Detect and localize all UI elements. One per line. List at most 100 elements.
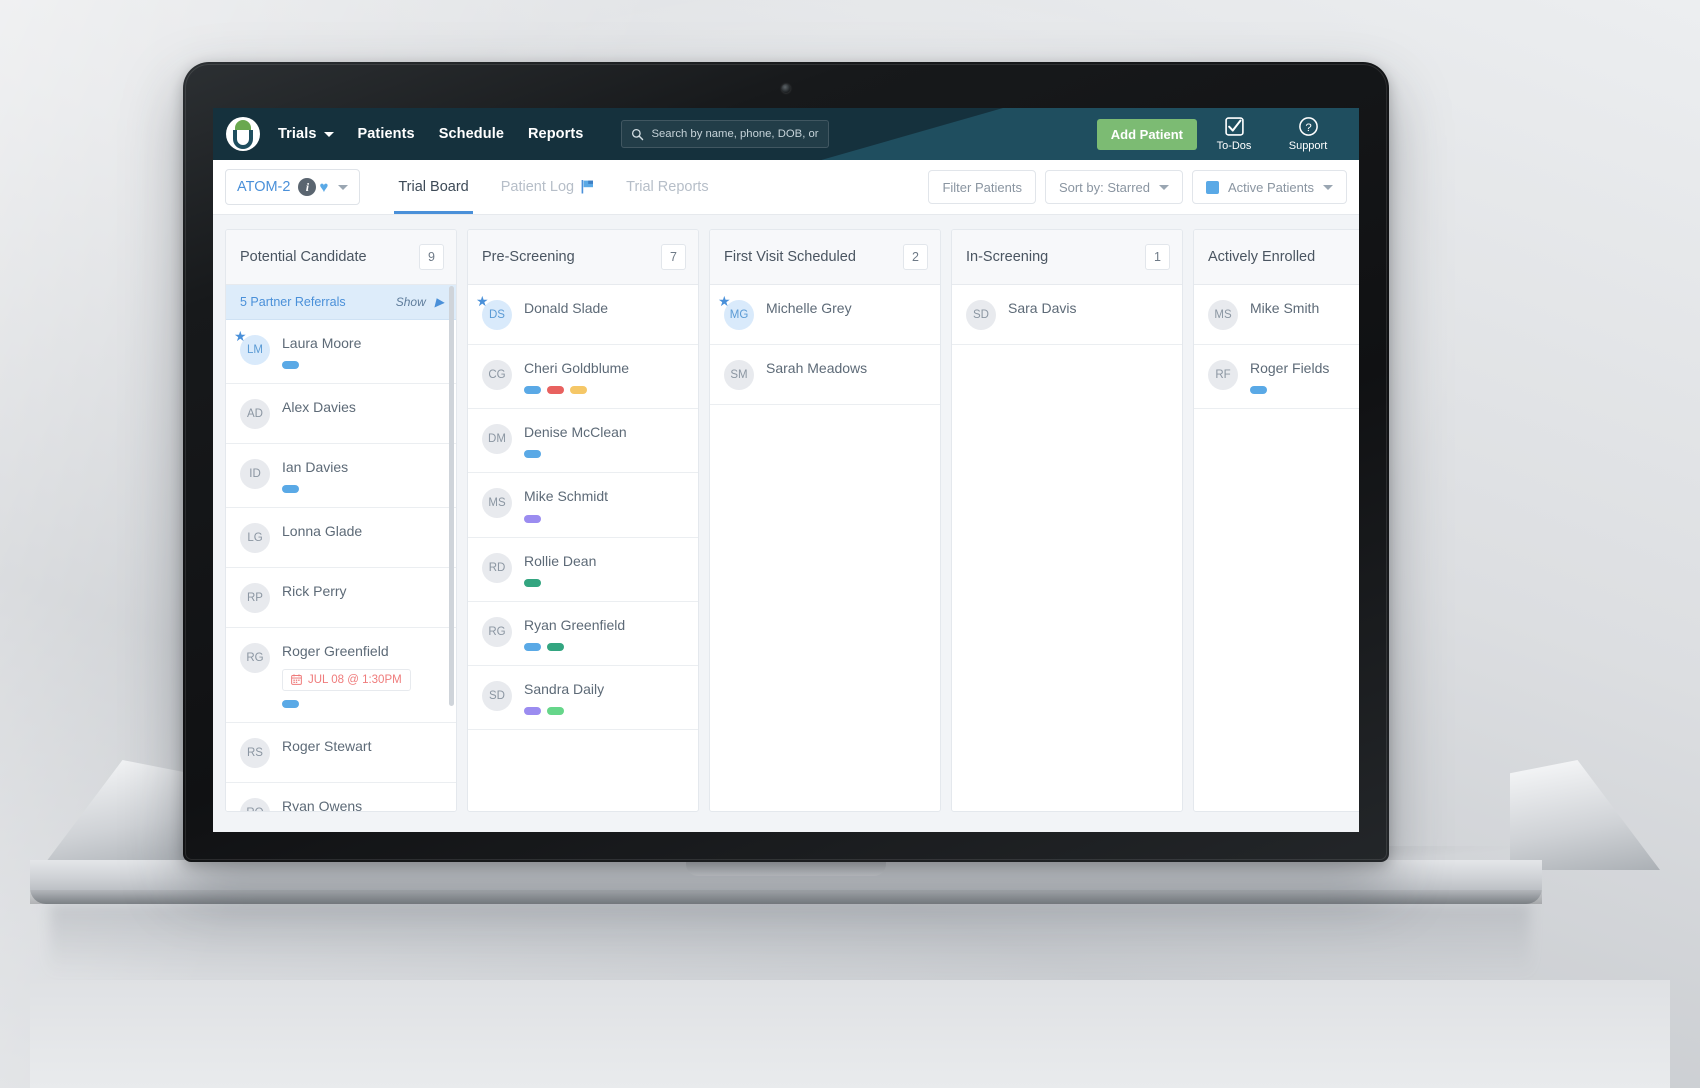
nav-link-reports[interactable]: Reports xyxy=(528,126,584,142)
todos-button[interactable]: To-Dos xyxy=(1197,116,1271,152)
info-icon[interactable]: i xyxy=(298,178,317,196)
partner-referrals-label: 5 Partner Referrals xyxy=(240,295,346,309)
patient-card[interactable]: SM Sarah Meadows xyxy=(710,345,940,405)
board-column[interactable]: Actively Enrolled MS Mike Smith RF Roger Fie… xyxy=(1193,229,1359,812)
patient-card-body: Lonna Glade xyxy=(282,522,444,540)
top-navbar: Trials Patients Schedule Reports Search … xyxy=(213,108,1359,160)
column-header: Potential Candidate 9 xyxy=(226,230,456,285)
patient-card[interactable]: LM ★ Laura Moore xyxy=(226,320,456,385)
filter-patients-button[interactable]: Filter Patients xyxy=(928,170,1036,204)
search-placeholder: Search by name, phone, DOB, or MRN xyxy=(651,128,819,140)
avatar: RP xyxy=(240,583,270,614)
tag-pill[interactable] xyxy=(524,642,541,651)
nav-link-reports-label: Reports xyxy=(527,126,584,142)
nav-link-trials[interactable]: Trials xyxy=(278,126,334,142)
nav-link-schedule[interactable]: Schedule xyxy=(439,126,504,142)
tag-pill[interactable] xyxy=(1250,386,1267,395)
patient-card[interactable]: RO Ryan Owens xyxy=(226,782,456,811)
appointment-badge[interactable]: JUL 08 @ 1:30PM xyxy=(282,668,411,691)
patient-card[interactable]: RD Rollie Dean xyxy=(468,537,698,602)
patient-card[interactable]: DS ★ Donald Slade xyxy=(468,285,698,345)
column-body: MS Mike Smith RF Roger Fields xyxy=(1194,285,1359,811)
tag-pill[interactable] xyxy=(570,386,587,395)
column-body: MG ★ Michelle Grey SM Sarah Meadows xyxy=(710,285,940,811)
tag-pill[interactable] xyxy=(524,578,541,587)
column-count-badge: 9 xyxy=(419,244,444,270)
partner-referrals-show-link[interactable]: Show ▶ xyxy=(396,295,444,309)
partner-referrals-banner[interactable]: 5 Partner Referrals Show ▶ xyxy=(226,285,456,320)
star-icon[interactable]: ★ xyxy=(234,329,247,343)
avatar: DS ★ xyxy=(476,294,512,330)
patient-card[interactable]: DM Denise McClean xyxy=(468,409,698,474)
board-column[interactable]: First Visit Scheduled 2 MG ★ Michelle Grey SM… xyxy=(709,229,941,812)
support-button[interactable]: ? Support xyxy=(1271,116,1345,152)
tag-pill[interactable] xyxy=(282,361,299,370)
tag-list xyxy=(282,699,444,708)
patient-card[interactable]: MG ★ Michelle Grey xyxy=(710,285,940,345)
column-scrollbar[interactable] xyxy=(449,286,454,706)
question-circle-icon: ? xyxy=(1298,117,1318,136)
sort-by-dropdown[interactable]: Sort by: Starred xyxy=(1044,170,1183,204)
patient-card[interactable]: RS Roger Stewart xyxy=(226,722,456,783)
column-title: Pre-Screening xyxy=(482,249,575,265)
board-column[interactable]: Potential Candidate 9 5 Partner Referrals S… xyxy=(225,229,457,812)
patient-card-body: Ryan Owens xyxy=(282,797,444,811)
tag-pill[interactable] xyxy=(524,386,541,395)
avatar: MS xyxy=(482,488,512,519)
patient-name: Mike Smith xyxy=(1250,300,1320,316)
tab-trial-reports[interactable]: Trial Reports xyxy=(610,160,724,214)
board-column[interactable]: In-Screening 1 SD Sara Davis xyxy=(951,229,1183,812)
patient-card[interactable]: SD Sandra Daily xyxy=(468,665,698,731)
patient-card[interactable]: MS Mike Schmidt xyxy=(468,473,698,538)
add-patient-button[interactable]: Add Patient xyxy=(1096,118,1197,150)
patient-card[interactable]: LG Lonna Glade xyxy=(226,508,456,569)
tag-list xyxy=(524,450,686,459)
tag-pill[interactable] xyxy=(524,707,541,716)
avatar: RG xyxy=(240,643,270,674)
active-patients-dropdown[interactable]: Active Patients xyxy=(1192,170,1347,204)
tab-trial-board[interactable]: Trial Board xyxy=(382,160,484,214)
star-icon[interactable]: ★ xyxy=(476,294,489,308)
tab-patient-log[interactable]: Patient Log xyxy=(485,160,610,214)
patient-card[interactable]: MS Mike Smith xyxy=(1194,285,1359,345)
trial-subheader: ATOM-2 i ♥ Trial Board Patient Log Trial… xyxy=(213,160,1359,215)
chevron-down-icon xyxy=(1323,184,1333,190)
patient-card[interactable]: RG Ryan Greenfield xyxy=(468,601,698,666)
column-header: In-Screening 1 xyxy=(952,230,1182,285)
patient-name: Ian Davies xyxy=(282,459,349,476)
brand-logo-icon[interactable] xyxy=(226,117,260,151)
patient-card[interactable]: RF Roger Fields xyxy=(1194,345,1359,410)
trial-name-label: ATOM-2 xyxy=(237,179,291,195)
board-column[interactable]: Pre-Screening 7 DS ★ Donald Slade CG Cheri Gol… xyxy=(467,229,699,812)
heart-icon[interactable]: ♥ xyxy=(319,179,328,196)
tag-list xyxy=(524,514,686,523)
nav-link-patients[interactable]: Patients xyxy=(358,126,415,142)
patient-card[interactable]: AD Alex Davies xyxy=(226,384,456,445)
tag-pill[interactable] xyxy=(524,450,541,459)
tag-pill[interactable] xyxy=(524,514,541,523)
tag-pill[interactable] xyxy=(282,699,299,708)
active-patients-label: Active Patients xyxy=(1228,179,1314,195)
column-count-badge: 2 xyxy=(903,244,928,270)
patient-card-body: Roger Fields xyxy=(1250,359,1359,395)
tag-pill[interactable] xyxy=(547,386,564,395)
tag-pill[interactable] xyxy=(547,707,564,716)
avatar: SD xyxy=(482,680,512,711)
patient-card[interactable]: ID Ian Davies xyxy=(226,444,456,509)
patient-card[interactable]: SD Sara Davis xyxy=(952,285,1182,345)
patient-card[interactable]: RG Roger Greenfield JUL 08 @ 1:30PM xyxy=(226,628,456,723)
tag-pill[interactable] xyxy=(282,485,299,494)
tag-pill[interactable] xyxy=(547,642,564,651)
trial-selector-dropdown[interactable]: ATOM-2 i ♥ xyxy=(225,169,361,205)
star-icon[interactable]: ★ xyxy=(718,294,731,308)
patient-name: Donald Slade xyxy=(524,300,609,316)
trial-board[interactable]: Potential Candidate 9 5 Partner Referrals S… xyxy=(213,215,1359,832)
column-header: First Visit Scheduled 2 xyxy=(710,230,940,285)
subheader-actions: Filter Patients Sort by: Starred Active … xyxy=(928,170,1347,204)
search-input[interactable]: Search by name, phone, DOB, or MRN xyxy=(621,120,830,148)
column-count-badge: 7 xyxy=(661,244,686,270)
patient-card[interactable]: RP Rick Perry xyxy=(226,568,456,629)
patient-card-body: Donald Slade xyxy=(524,299,686,317)
patient-card[interactable]: CG Cheri Goldblume xyxy=(468,345,698,410)
chevron-down-icon xyxy=(323,131,334,137)
